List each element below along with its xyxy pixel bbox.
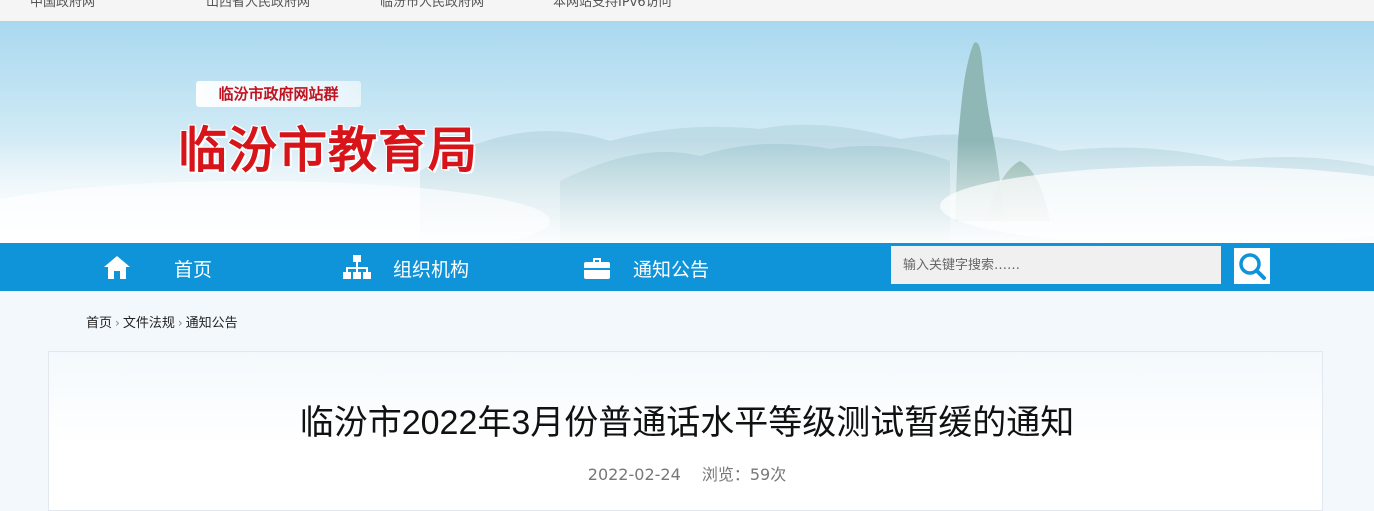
chevron-right-icon: › (177, 316, 183, 330)
top-link-linfen[interactable]: 临汾市人民政府网 (380, 0, 484, 10)
nav-item-notices[interactable]: 通知公告 (580, 243, 740, 291)
main-nav: 首页 组织机构 通知公告 (0, 243, 1374, 291)
breadcrumb-home[interactable]: 首页 (86, 312, 112, 331)
nav-item-organization[interactable]: 组织机构 (340, 243, 500, 291)
chevron-right-icon: › (115, 316, 120, 330)
search-input[interactable] (891, 246, 1221, 284)
top-link-ipv6: 本网站支持IPv6访问 (553, 0, 672, 10)
nav-label-notices: 通知公告 (633, 259, 710, 281)
nav-label-home: 首页 (174, 259, 213, 281)
breadcrumb: 首页 › 文件法规 › 通知公告 (86, 312, 238, 331)
search-button[interactable] (1234, 248, 1270, 284)
breadcrumb-notices[interactable]: 通知公告 (186, 312, 238, 331)
article-date: 2022-02-24 (587, 465, 681, 484)
top-link-shanxi[interactable]: 山西省人民政府网 (206, 0, 310, 10)
nav-item-home[interactable]: 首页 (100, 243, 240, 291)
breadcrumb-regulations[interactable]: 文件法规 (123, 312, 175, 331)
header-banner: 临汾市政府网站群 临汾市教育局 (0, 21, 1374, 243)
site-group-label: 临汾市政府网站群 (196, 81, 361, 107)
nav-label-organization: 组织机构 (393, 259, 470, 281)
org-chart-icon (343, 255, 371, 279)
search-icon (1239, 253, 1266, 280)
top-link-gov-cn[interactable]: 中国政府网 (30, 0, 95, 10)
site-title: 临汾市教育局 (178, 121, 479, 179)
article-views: 浏览：59次 (701, 465, 787, 484)
top-link-bar: 中国政府网 山西省人民政府网 临汾市人民政府网 本网站支持IPv6访问 (0, 0, 1374, 22)
home-icon (104, 256, 130, 279)
article-title: 临汾市2022年3月份普通话水平等级测试暂缓的通知 (299, 404, 1075, 442)
article-meta: 2022-02-24 浏览：59次 (0, 461, 1374, 485)
briefcase-icon (584, 258, 610, 279)
